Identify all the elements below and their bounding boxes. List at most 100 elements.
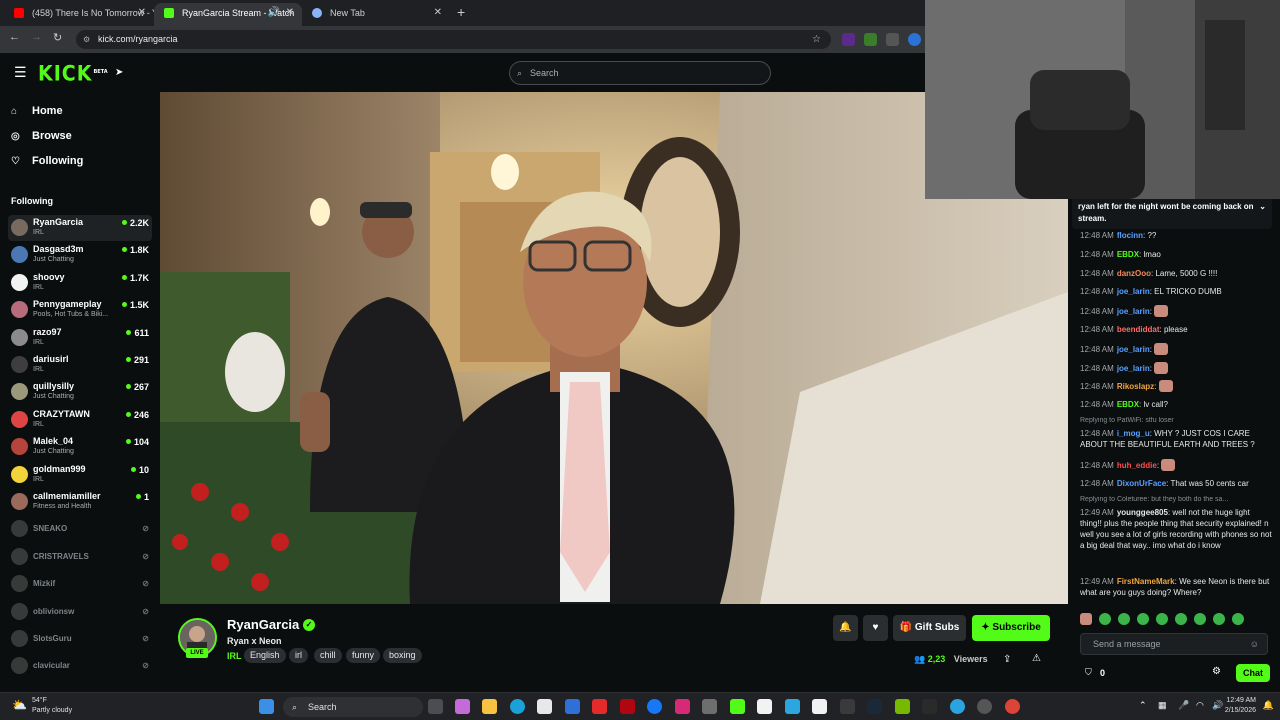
- sidebar-channel-item[interactable]: SlotsGuru ⊘: [8, 626, 152, 652]
- sidebar-channel-item[interactable]: Pennygameplay Pools, Hot Tubs & Biki... 1.…: [8, 297, 152, 323]
- sidebar-channel-item[interactable]: CRAZYTAWN IRL 246: [8, 407, 152, 433]
- sidebar-channel-item[interactable]: SNEAKO ⊘: [8, 516, 152, 542]
- epic-games-icon[interactable]: [922, 699, 937, 714]
- back-arrow-icon[interactable]: ←: [9, 31, 20, 43]
- microphone-icon[interactable]: 🎤: [1178, 700, 1189, 711]
- emote-icon[interactable]: [1175, 613, 1187, 625]
- chat-send-button[interactable]: Chat: [1236, 664, 1270, 682]
- nav-following[interactable]: ♡ Following: [11, 155, 83, 167]
- roblox-icon[interactable]: [812, 699, 827, 714]
- report-warning-icon[interactable]: ⚠: [1032, 653, 1041, 664]
- extension-green-icon[interactable]: [864, 33, 877, 46]
- weather-widget[interactable]: 54°F Partly cloudy: [32, 696, 72, 716]
- sidebar-channel-item[interactable]: shoovy IRL 1.7K: [8, 270, 152, 296]
- follow-heart-icon[interactable]: ♥: [863, 615, 888, 641]
- sidebar-channel-item[interactable]: Malek_04 Just Chatting 104: [8, 434, 152, 460]
- sidebar-channel-item[interactable]: oblivionsw ⊘: [8, 599, 152, 625]
- amazon-icon[interactable]: [757, 699, 772, 714]
- message-user[interactable]: huh_eddie: [1117, 461, 1157, 470]
- tray-app-icon[interactable]: ▦: [1158, 700, 1167, 711]
- close-tab-icon[interactable]: ✕: [434, 3, 442, 23]
- tag-chill[interactable]: chill: [314, 648, 342, 663]
- message-user[interactable]: Rikoslapz: [1117, 382, 1154, 391]
- channel-name[interactable]: RyanGarcia: [227, 617, 299, 632]
- tag-boxing[interactable]: boxing: [383, 648, 422, 663]
- taskbar-search[interactable]: ⌕ Search: [283, 697, 423, 717]
- notification-bell-icon[interactable]: 🔔: [1263, 700, 1274, 711]
- extension-blue-icon[interactable]: [908, 33, 921, 46]
- chrome-icon[interactable]: [1005, 699, 1020, 714]
- message-user[interactable]: EBDX: [1117, 400, 1139, 409]
- facebook-icon[interactable]: [647, 699, 662, 714]
- message-user[interactable]: joe_larin: [1117, 287, 1150, 296]
- emote-icon[interactable]: [1099, 613, 1111, 625]
- close-tab-icon[interactable]: ✕: [138, 3, 146, 23]
- windows-start-icon[interactable]: [259, 699, 274, 714]
- hamburger-menu-icon[interactable]: ☰: [14, 64, 27, 81]
- telegram-icon[interactable]: [950, 699, 965, 714]
- notification-bell-icon[interactable]: 🔔: [833, 615, 858, 641]
- close-tab-icon[interactable]: ✕: [286, 3, 294, 23]
- task-view-icon[interactable]: [428, 699, 443, 714]
- message-user[interactable]: joe_larin: [1117, 364, 1150, 373]
- browser-tab-youtube[interactable]: (458) There Is No Tomorrow - Y ✕: [4, 3, 154, 26]
- message-user[interactable]: younggee805: [1117, 508, 1168, 517]
- kick-logo[interactable]: KICKBETA: [38, 62, 108, 86]
- prime-video-icon[interactable]: [785, 699, 800, 714]
- weather-icon[interactable]: ⛅: [12, 698, 27, 712]
- file-explorer-icon[interactable]: [482, 699, 497, 714]
- points-icon[interactable]: ⛉: [1085, 667, 1092, 678]
- wifi-icon[interactable]: ◠: [1196, 700, 1204, 711]
- nav-home[interactable]: ⌂ Home: [11, 105, 63, 117]
- message-user[interactable]: flocinn: [1117, 231, 1143, 240]
- sidebar-channel-item[interactable]: Mizkif ⊘: [8, 571, 152, 597]
- sidebar-channel-item[interactable]: razo97 IRL 611: [8, 325, 152, 351]
- emote-icon[interactable]: [1156, 613, 1168, 625]
- bookmark-star-icon[interactable]: ☆: [812, 30, 821, 49]
- url-field[interactable]: ⚙ kick.com/ryangarcia ☆: [76, 30, 831, 49]
- app-icon[interactable]: [840, 699, 855, 714]
- instagram-icon[interactable]: [675, 699, 690, 714]
- tag-irl[interactable]: irl: [289, 648, 308, 663]
- copilot-icon[interactable]: [455, 699, 470, 714]
- emote-icon[interactable]: [1232, 613, 1244, 625]
- sidebar-channel-item[interactable]: CRISTRAVELS ⊘: [8, 544, 152, 570]
- tray-chevron-icon[interactable]: ⌃: [1139, 700, 1147, 711]
- steam-icon[interactable]: [867, 699, 882, 714]
- emote-icon[interactable]: [1137, 613, 1149, 625]
- forward-arrow-icon[interactable]: →: [31, 31, 42, 43]
- chat-settings-gear-icon[interactable]: ⚙: [1212, 666, 1221, 677]
- message-user[interactable]: joe_larin: [1117, 345, 1150, 354]
- taskbar-clock[interactable]: 12:49 AM 2/15/2026: [1225, 696, 1256, 716]
- browser-tab-kick[interactable]: RyanGarcia Stream - Watch 🔊 ✕: [154, 3, 302, 26]
- emote-icon[interactable]: [1213, 613, 1225, 625]
- nvidia-icon[interactable]: [895, 699, 910, 714]
- emoji-picker-icon[interactable]: ☺: [1250, 634, 1259, 654]
- message-user[interactable]: i_mog_u: [1117, 429, 1150, 438]
- message-user[interactable]: EBDX: [1117, 250, 1139, 259]
- browser-tab-new[interactable]: New Tab ✕: [302, 3, 450, 26]
- sidebar-channel-item[interactable]: goldman999 IRL 10: [8, 462, 152, 488]
- new-tab-plus-icon[interactable]: +: [457, 4, 465, 20]
- outlook-icon[interactable]: [565, 699, 580, 714]
- message-user[interactable]: danzOoo: [1117, 269, 1151, 278]
- sidebar-channel-item[interactable]: clavicular ⊘: [8, 653, 152, 679]
- nav-browse[interactable]: ◎ Browse: [11, 130, 72, 142]
- volume-icon[interactable]: 🔊: [1212, 700, 1223, 711]
- search-input[interactable]: ⌕ Search: [509, 61, 771, 85]
- tag-funny[interactable]: funny: [346, 648, 381, 663]
- sidebar-channel-item[interactable]: Dasgasd3m Just Chatting 1.8K: [8, 242, 152, 268]
- kick-app-icon[interactable]: [730, 699, 745, 714]
- sidebar-channel-item[interactable]: dariusirl IRL 291: [8, 352, 152, 378]
- chat-message-input[interactable]: Send a message ☺: [1080, 633, 1268, 655]
- subscribe-button[interactable]: ✦ Subscribe: [972, 615, 1050, 641]
- extension-puzzle-icon[interactable]: [886, 33, 899, 46]
- message-user[interactable]: joe_larin: [1117, 307, 1150, 316]
- sidebar-channel-item[interactable]: callmemiamiller Fitness and Health 1: [8, 489, 152, 515]
- app-icon[interactable]: [702, 699, 717, 714]
- extension-k-icon[interactable]: [842, 33, 855, 46]
- youtube-icon[interactable]: [592, 699, 607, 714]
- stream-category[interactable]: IRL: [227, 651, 242, 661]
- speaker-icon[interactable]: 🔊: [268, 3, 280, 23]
- chevron-down-icon[interactable]: ⌄: [1259, 201, 1266, 213]
